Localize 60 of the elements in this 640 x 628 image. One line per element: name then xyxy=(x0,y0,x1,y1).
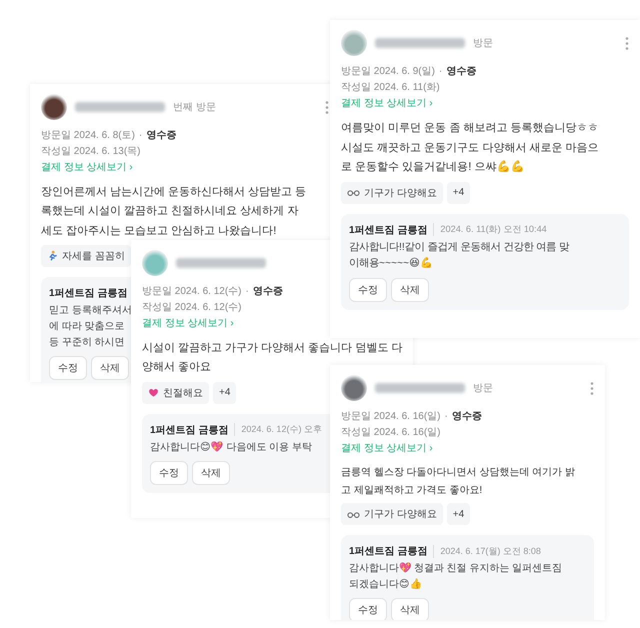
avatar xyxy=(142,250,168,276)
keyword-chip: 친절해요 xyxy=(142,382,209,404)
review-text: 장인어른께서 남는시간에 운동하신다해서 상담받고 등 록했는데 시설이 깔끔하고 친절하시네요 상세하게 자 세도 잡아주시는 모습보고 안심하고 나왔습니다! xyxy=(41,185,306,238)
delete-button[interactable]: 삭제 xyxy=(91,356,129,380)
owner-name: 1퍼센트짐 금릉점 xyxy=(349,224,428,237)
keyword-chip: +4 xyxy=(446,503,470,525)
reply-date: 2024. 6. 17(월) 오전 8:08 xyxy=(433,544,541,558)
reply-text: 감사합니다💖 청결과 친절 유지하는 일퍼센트짐 되겠습니다😊👍 xyxy=(349,561,562,592)
delete-button[interactable]: 삭제 xyxy=(391,278,429,302)
visit-count: 번째 방문 xyxy=(173,101,216,114)
receipt-label: 영수증 xyxy=(146,129,176,143)
review-text: 금릉역 헬스장 다돌아다니면서 상담했는데 여기가 밝 고 제일쾌적하고 가격도 좋아요! xyxy=(341,466,575,498)
written-date: 작성일 2024. 6. 12(수) xyxy=(142,301,242,315)
more-icon[interactable] xyxy=(625,36,629,50)
edit-button[interactable]: 수정 xyxy=(150,460,188,485)
keyword-chip: 자세를 꼼꼼히 xyxy=(41,244,131,267)
owner-name: 1퍼센트짐 금릉점 xyxy=(150,424,228,436)
review-text: 시설이 깔끔하고 가구가 다양해서 좋습니다 덤벨도 다 양해서 좋아요 xyxy=(142,341,402,376)
review-text: 여름맞이 미루던 운동 좀 해보려고 등록했습니당ㅎㅎ 시설도 깨끗하고 운동기구도 다양해서 새로운 마음으 로 운동할수 있을거같네용! 으쌰💪💪 xyxy=(341,121,599,176)
edit-button[interactable]: 수정 xyxy=(349,598,387,620)
reply-text: 감사합니다😊💖 다음에도 이용 부탁 xyxy=(150,440,312,454)
edit-button[interactable]: 수정 xyxy=(349,278,387,302)
glasses-icon xyxy=(347,188,360,198)
heart-icon xyxy=(148,387,159,398)
keyword-chip: 기구가 다양해요 xyxy=(341,182,443,204)
owner-name: 1퍼센트짐 금릉점 xyxy=(49,286,128,300)
runner-icon xyxy=(47,250,58,262)
delete-button[interactable]: 삭제 xyxy=(192,460,230,485)
keyword-chip: +4 xyxy=(213,382,236,404)
visit-date: 방문일 2024. 6. 16(일) xyxy=(341,410,440,424)
written-date: 작성일 2024. 6. 16(일) xyxy=(341,426,440,440)
reply-date: 2024. 6. 12(수) 오후 xyxy=(234,423,322,436)
written-date: 작성일 2024. 6. 11(화) xyxy=(341,81,440,95)
reply-text: 믿고 등록해주셔서 에 따라 맞춤으로 등 꾸준히 하시면 xyxy=(49,304,132,350)
more-icon[interactable] xyxy=(590,382,594,394)
more-icon[interactable] xyxy=(325,100,329,114)
separator: · xyxy=(138,129,142,143)
avatar xyxy=(341,375,367,401)
separator: · xyxy=(245,285,249,299)
separator: · xyxy=(444,410,448,424)
glasses-icon xyxy=(347,510,360,518)
keyword-chip: +4 xyxy=(446,182,470,204)
separator: · xyxy=(438,65,442,79)
visit-date: 방문일 2024. 6. 12(수) xyxy=(142,285,242,299)
keyword-chip: 기구가 다양해요 xyxy=(341,503,443,525)
visit-date: 방문일 2024. 6. 9(일) xyxy=(341,65,435,79)
owner-name: 1퍼센트짐 금릉점 xyxy=(349,545,428,558)
receipt-label: 영수증 xyxy=(452,410,482,424)
reply-text: 감사합니다!!같이 즐겁게 운동해서 건강한 여름 맞 이해용~~~~~😆💪 xyxy=(349,240,570,272)
visit-date: 방문일 2024. 6. 8(토) xyxy=(41,129,135,143)
receipt-label: 영수증 xyxy=(252,285,283,299)
edit-button[interactable]: 수정 xyxy=(49,356,87,380)
reply-date: 2024. 6. 11(화) 오전 10:44 xyxy=(433,223,547,236)
avatar xyxy=(341,30,367,56)
visit-count: 방문 xyxy=(473,382,493,395)
avatar xyxy=(41,94,67,120)
receipt-label: 영수증 xyxy=(446,65,476,79)
written-date: 작성일 2024. 6. 13(목) xyxy=(41,145,140,159)
visit-count: 방문 xyxy=(473,37,493,50)
delete-button[interactable]: 삭제 xyxy=(391,598,429,620)
